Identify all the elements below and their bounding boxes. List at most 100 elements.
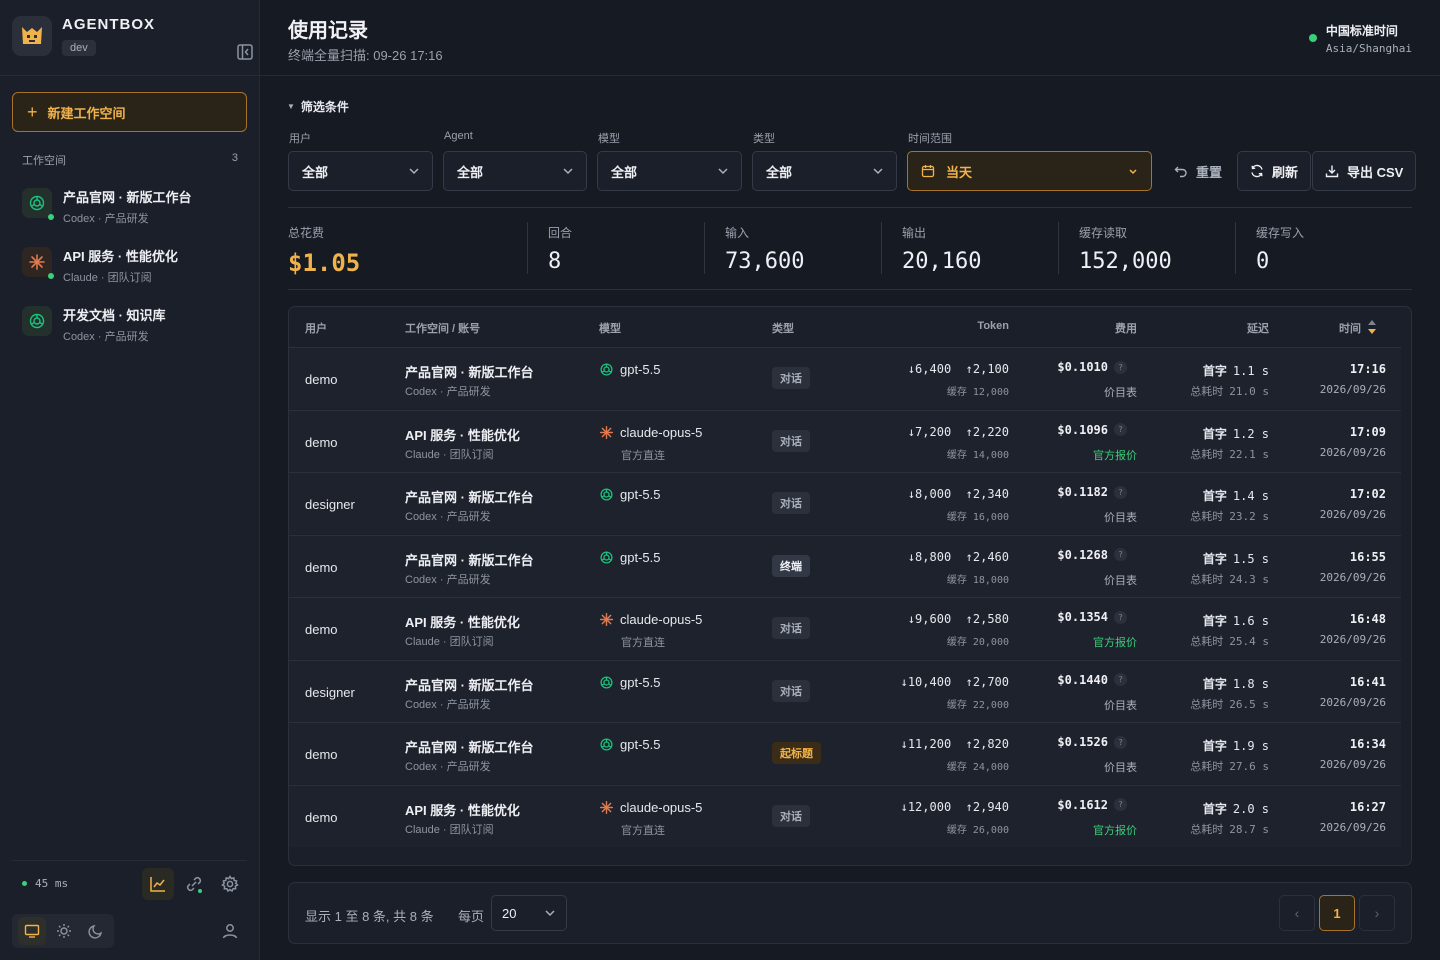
- column-header-latency[interactable]: 延迟: [1247, 320, 1269, 336]
- stat-value: 73,600: [725, 249, 805, 274]
- plus-icon: +: [27, 101, 38, 122]
- openai-icon: [600, 550, 613, 564]
- column-header-fee[interactable]: 费用: [1115, 320, 1137, 336]
- fee-source: 官方报价: [1093, 637, 1137, 649]
- fee-value: $0.1440: [1057, 672, 1108, 687]
- settings-button[interactable]: [214, 868, 246, 900]
- status-dot: [1308, 34, 1317, 42]
- table-row[interactable]: demo API 服务 · 性能优化 Claude · 团队订阅 claude-opu…: [289, 784, 1401, 847]
- cell-cache: 缓存 22,000: [947, 696, 1009, 711]
- cache-value: 22,000: [972, 699, 1009, 711]
- reset-button[interactable]: 重置: [1174, 151, 1222, 191]
- cell-time: 16:27: [1349, 799, 1386, 814]
- cell-token: ↓8,000 ↑2,340: [908, 487, 1009, 501]
- cell-time: 16:55: [1349, 549, 1386, 564]
- link-button[interactable]: [178, 868, 210, 900]
- per-page-select[interactable]: 20: [491, 895, 567, 931]
- divider: [12, 860, 247, 861]
- column-header-user[interactable]: 用户: [305, 320, 327, 336]
- cell-account: Codex · 产品研发: [405, 698, 491, 711]
- column-header-time[interactable]: 时间: [1339, 320, 1361, 336]
- agent-filter-select[interactable]: 全部: [443, 151, 587, 191]
- theme-dark-button[interactable]: [82, 917, 110, 945]
- help-icon[interactable]: ?: [1114, 360, 1127, 374]
- usage-chart-button[interactable]: [142, 868, 174, 900]
- refresh-icon: [1251, 164, 1263, 178]
- table-row[interactable]: demo API 服务 · 性能优化 Claude · 团队订阅 claude-opu…: [289, 409, 1401, 472]
- chevron-down-icon: [1129, 169, 1137, 175]
- prev-page-button[interactable]: ‹: [1279, 895, 1315, 931]
- table-row[interactable]: demo API 服务 · 性能优化 Claude · 团队订阅 claude-opu…: [289, 597, 1401, 659]
- agent-filter-label: Agent: [444, 130, 473, 142]
- table-row[interactable]: designer 产品官网 · 新版工作台 Codex · 产品研发 gpt-5.5 对…: [289, 659, 1401, 722]
- filter-toggle[interactable]: ▼ 筛选条件: [287, 98, 349, 115]
- time-range-select[interactable]: 当天: [907, 151, 1152, 191]
- workspaces-count: 3: [231, 152, 238, 164]
- help-icon[interactable]: ?: [1114, 423, 1127, 436]
- refresh-button[interactable]: 刷新: [1237, 151, 1312, 191]
- openai-icon: [600, 488, 613, 501]
- help-icon[interactable]: ?: [1114, 735, 1127, 749]
- token-input: ↓11,200: [900, 737, 952, 751]
- cell-token: ↓8,800 ↑2,460: [908, 550, 1009, 564]
- column-header-model[interactable]: 模型: [599, 320, 621, 336]
- model-name: gpt-5.5: [620, 549, 661, 565]
- fee-source: 官方报价: [1093, 824, 1137, 837]
- usage-table: 用户 工作空间 / 账号 模型 类型 Token 费用 延迟 时间 demo 产品…: [288, 306, 1412, 866]
- page-header: 使用记录 终端全量扫描: 09-26 17:16 中国标准时间 Asia/Sha…: [260, 0, 1440, 76]
- workspace-item[interactable]: 产品官网 · 新版工作台 Codex · 产品研发: [12, 178, 248, 237]
- first-token-value: 1.8 s: [1232, 676, 1269, 691]
- stat-value: 20,160: [902, 249, 982, 274]
- column-header-token[interactable]: Token: [977, 320, 1009, 332]
- help-icon[interactable]: ?: [1114, 673, 1127, 686]
- cell-cache: 缓存 14,000: [947, 446, 1009, 461]
- new-workspace-button[interactable]: + 新建工作空间: [12, 92, 247, 132]
- cell-fee: $0.1096?: [1057, 423, 1127, 437]
- user-profile-button[interactable]: [214, 915, 246, 947]
- cell-time: 16:41: [1349, 674, 1386, 689]
- cell-token: ↓6,400 ↑2,100: [908, 362, 1009, 376]
- export-csv-button[interactable]: 导出 CSV: [1312, 151, 1417, 191]
- column-header-workspace[interactable]: 工作空间 / 账号: [405, 320, 480, 336]
- first-token-value: 1.4 s: [1232, 489, 1269, 503]
- theme-light-button[interactable]: [50, 917, 78, 945]
- new-workspace-label: 新建工作空间: [47, 105, 126, 121]
- cell-model: gpt-5.5: [599, 362, 660, 377]
- first-token-value: 2.0 s: [1232, 801, 1269, 816]
- table-scrollbar[interactable]: [1401, 347, 1411, 847]
- type-badge: 终端: [772, 554, 810, 577]
- cell-token: ↓10,400 ↑2,700: [901, 675, 1009, 689]
- help-icon[interactable]: ?: [1114, 798, 1127, 811]
- help-icon[interactable]: ?: [1114, 548, 1127, 561]
- page-button-current[interactable]: 1: [1319, 895, 1355, 931]
- table-row[interactable]: designer 产品官网 · 新版工作台 Codex · 产品研发 gpt-5.5 对…: [289, 472, 1401, 534]
- model-name: claude-opus-5: [620, 612, 703, 627]
- cell-user: designer: [305, 497, 355, 512]
- table-row[interactable]: demo 产品官网 · 新版工作台 Codex · 产品研发 gpt-5.5 终端 ↓8,…: [289, 534, 1401, 597]
- cell-workspace: 产品官网 · 新版工作台: [405, 365, 534, 380]
- table-row[interactable]: demo 产品官网 · 新版工作台 Codex · 产品研发 gpt-5.5 起标题 ↓1…: [289, 722, 1401, 784]
- column-header-type[interactable]: 类型: [772, 320, 794, 336]
- user-filter-select[interactable]: 全部: [288, 151, 433, 191]
- scan-status: 终端全量扫描: 09-26 17:16: [288, 48, 443, 63]
- cell-first-token: 首字 1.1 s: [1203, 362, 1269, 379]
- next-page-button[interactable]: ›: [1359, 895, 1395, 931]
- online-dot: [48, 273, 54, 279]
- help-icon[interactable]: ?: [1114, 610, 1127, 624]
- fee-value: $0.1096: [1057, 422, 1108, 437]
- cell-first-token: 首字 1.5 s: [1203, 550, 1269, 567]
- workspace-item[interactable]: 开发文档 · 知识库 Codex · 产品研发: [12, 296, 248, 355]
- cell-token: ↓7,200 ↑2,220: [908, 425, 1009, 439]
- help-icon[interactable]: ?: [1114, 485, 1127, 499]
- stat-label: 缓存读取: [1079, 226, 1128, 240]
- theme-system-button[interactable]: [18, 917, 46, 945]
- table-row[interactable]: demo 产品官网 · 新版工作台 Codex · 产品研发 gpt-5.5 对话 ↓6,…: [289, 347, 1401, 409]
- total-time-label: 总耗时: [1190, 761, 1224, 773]
- cache-value: 26,000: [972, 824, 1009, 836]
- model-filter-select[interactable]: 全部: [597, 151, 742, 191]
- sort-icon[interactable]: [1367, 319, 1377, 335]
- link-icon: [186, 876, 202, 893]
- type-filter-select[interactable]: 全部: [752, 151, 897, 191]
- workspace-item[interactable]: API 服务 · 性能优化 Claude · 团队订阅: [12, 237, 248, 296]
- sidebar-collapse-icon[interactable]: [236, 43, 254, 61]
